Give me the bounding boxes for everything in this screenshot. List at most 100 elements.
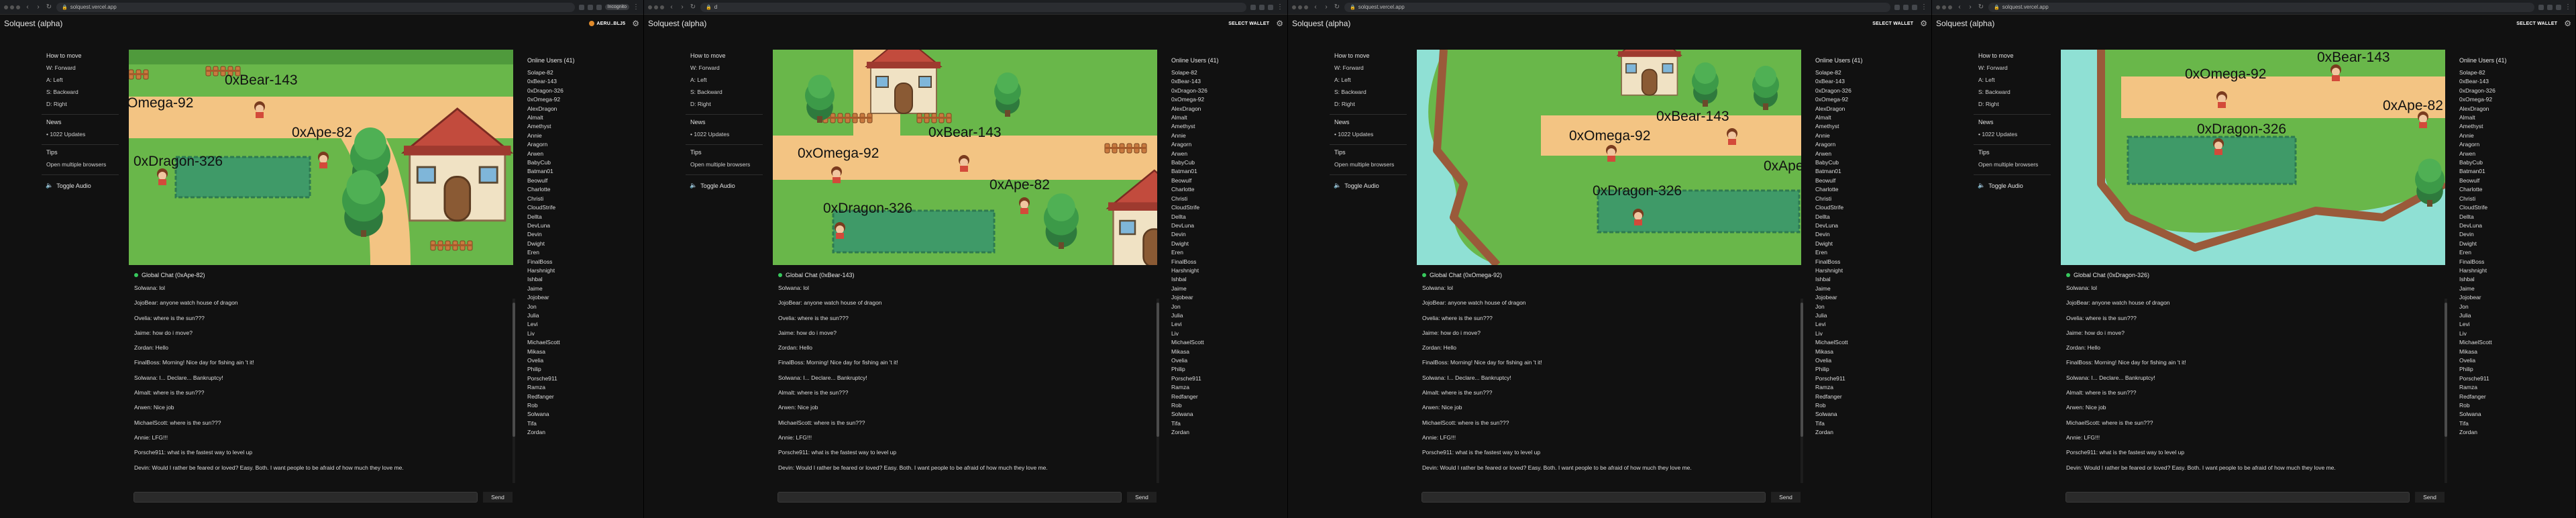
- chat-message: JojoBear: anyone watch house of dragon: [778, 299, 882, 307]
- online-user: MichaelScott: [2459, 339, 2492, 346]
- online-user: FinalBoss: [2459, 258, 2485, 265]
- chat-message: Arwen: Nice job: [134, 404, 174, 411]
- window-controls[interactable]: [1936, 5, 1952, 9]
- player-nametag: 0xDragon-326: [823, 201, 913, 216]
- online-user: Solape-82: [1171, 69, 1197, 76]
- reload-icon[interactable]: ↻: [1978, 3, 1984, 11]
- app-title: Solquest (alpha): [4, 19, 63, 28]
- wallet-button[interactable]: AERU..BLJ5: [589, 21, 625, 26]
- share-icon[interactable]: [2538, 4, 2544, 10]
- wallet-button[interactable]: SELECT WALLET: [1872, 21, 1913, 26]
- game-viewport[interactable]: 0xBear-143 0xOmega-92 0xApe-82 0xDragon-326: [773, 50, 1157, 265]
- back-icon[interactable]: ‹: [1312, 3, 1319, 11]
- star-icon[interactable]: [1259, 4, 1265, 10]
- extension-icon[interactable]: [1268, 4, 1273, 10]
- star-icon[interactable]: [587, 4, 593, 10]
- wallet-button[interactable]: SELECT WALLET: [2516, 21, 2557, 26]
- address-bar[interactable]: 🔒 solquest.vercel.app: [56, 2, 575, 12]
- incognito-badge[interactable]: Incognito: [604, 4, 629, 10]
- reload-icon[interactable]: ↻: [1334, 3, 1340, 11]
- share-icon[interactable]: [1250, 4, 1256, 10]
- menu-icon[interactable]: ⋮: [1921, 3, 1927, 11]
- chat-message: FinalBoss: Morning! Nice day for fishing…: [134, 359, 254, 366]
- gear-icon[interactable]: ⚙: [632, 19, 639, 28]
- forward-icon[interactable]: ›: [35, 3, 42, 11]
- forward-icon[interactable]: ›: [679, 3, 686, 11]
- share-icon[interactable]: [1894, 4, 1900, 10]
- back-icon[interactable]: ‹: [668, 3, 675, 11]
- extension-icon[interactable]: [1912, 4, 1917, 10]
- address-bar[interactable]: 🔒 solquest.vercel.app: [1344, 2, 1890, 12]
- gear-icon[interactable]: ⚙: [1920, 19, 1927, 28]
- back-icon[interactable]: ‹: [1956, 3, 1963, 11]
- wallet-icon: [589, 21, 595, 26]
- toggle-audio-button[interactable]: 🔈 Toggle Audio: [42, 174, 119, 189]
- send-button[interactable]: Send: [1127, 492, 1157, 503]
- chat-message: MichaelScott: where is the sun???: [2066, 419, 2153, 426]
- star-icon[interactable]: [1903, 4, 1909, 10]
- browser-toolbar: ‹ › ↻ 🔒 solquest.vercel.app ⋮: [1932, 0, 2575, 15]
- extension-icons: ⋮: [2538, 3, 2571, 11]
- game-viewport[interactable]: 0xBear-143 0xOmega-92 0xApe-82 0xDragon-326: [1417, 50, 1801, 265]
- player-nametag: 0xBear-143: [1656, 109, 1729, 124]
- sidebar-line: • 1022 Updates: [46, 131, 86, 138]
- address-bar[interactable]: 🔒 solquest.vercel.app: [1988, 2, 2534, 12]
- chat-scrollbar[interactable]: [1801, 299, 1803, 483]
- gear-icon[interactable]: ⚙: [2564, 19, 2571, 28]
- online-user: Batman01: [1171, 168, 1197, 175]
- extension-icon[interactable]: [2556, 4, 2561, 10]
- chat-message: Ovelia: where is the sun???: [134, 314, 205, 321]
- online-user: Redfanger: [1171, 393, 1198, 400]
- chat-messages: Solwana: lol JojoBear: anyone watch house…: [1417, 284, 1801, 478]
- online-user: Aragorn: [1815, 141, 1836, 148]
- sidebar-line: W: Forward: [1334, 64, 1364, 71]
- send-button[interactable]: Send: [483, 492, 513, 503]
- menu-icon[interactable]: ⋮: [633, 3, 639, 11]
- chat-header: Global Chat (0xApe-82): [129, 270, 513, 280]
- chat-input[interactable]: [133, 492, 478, 503]
- online-user: Rob: [527, 402, 538, 409]
- online-user: 0xDragon-326: [527, 87, 564, 94]
- send-button[interactable]: Send: [2415, 492, 2445, 503]
- online-user: Beowulf: [1815, 176, 1836, 184]
- game-viewport[interactable]: 0xBear-143 0xOmega-92 0xApe-82 0xDragon-326: [129, 50, 513, 265]
- online-user: AlexDragon: [1815, 105, 1845, 112]
- toggle-audio-button[interactable]: 🔈 Toggle Audio: [686, 174, 763, 189]
- window-controls[interactable]: [4, 5, 20, 9]
- online-user: Harshnight: [1815, 266, 1843, 274]
- window-controls[interactable]: [1292, 5, 1308, 9]
- share-icon[interactable]: [578, 4, 584, 10]
- reload-icon[interactable]: ↻: [46, 3, 52, 11]
- chat-message: Solwana: lol: [778, 284, 809, 291]
- chat-message: FinalBoss: Morning! Nice day for fishing…: [2066, 359, 2186, 366]
- chat-input[interactable]: [1421, 492, 1766, 503]
- chat-message: Almalt: where is the sun???: [134, 389, 205, 397]
- url-text: solquest.vercel.app: [1358, 4, 1405, 10]
- menu-icon[interactable]: ⋮: [1277, 3, 1283, 11]
- back-icon[interactable]: ‹: [24, 3, 31, 11]
- reload-icon[interactable]: ↻: [690, 3, 696, 11]
- toggle-audio-button[interactable]: 🔈 Toggle Audio: [1974, 174, 2051, 189]
- menu-icon[interactable]: ⋮: [2565, 3, 2571, 11]
- online-user: Philip: [527, 366, 541, 373]
- chat-input[interactable]: [777, 492, 1122, 503]
- chat-message: Porsche911: what is the fastest way to l…: [1422, 449, 1541, 456]
- online-user: Mikasa: [1815, 348, 1833, 355]
- chat-scrollbar[interactable]: [2445, 299, 2447, 483]
- forward-icon[interactable]: ›: [1967, 3, 1974, 11]
- forward-icon[interactable]: ›: [1323, 3, 1330, 11]
- window-controls[interactable]: [648, 5, 664, 9]
- online-user: Batman01: [527, 168, 553, 175]
- chat-input[interactable]: [2065, 492, 2410, 503]
- chat-scrollbar[interactable]: [513, 299, 515, 483]
- gear-icon[interactable]: ⚙: [1276, 19, 1283, 28]
- extension-icon[interactable]: [596, 4, 602, 10]
- send-button[interactable]: Send: [1771, 492, 1801, 503]
- toggle-audio-button[interactable]: 🔈 Toggle Audio: [1330, 174, 1407, 189]
- star-icon[interactable]: [2547, 4, 2553, 10]
- chat-scrollbar[interactable]: [1157, 299, 1159, 483]
- game-viewport[interactable]: 0xBear-143 0xOmega-92 0xApe-82 0xDragon-326: [2061, 50, 2445, 265]
- address-bar[interactable]: 🔒 d: [700, 2, 1246, 12]
- wallet-button[interactable]: SELECT WALLET: [1228, 21, 1269, 26]
- online-user: Philip: [1171, 366, 1185, 373]
